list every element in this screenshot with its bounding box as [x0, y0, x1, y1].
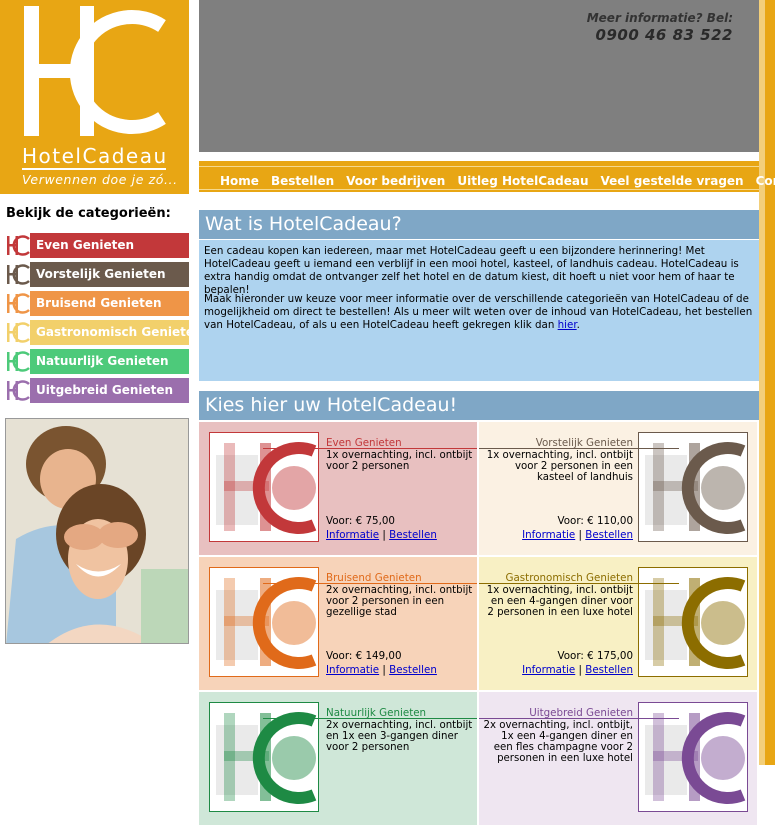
hc-category-icon: [5, 320, 30, 345]
header-banner: Meer informatie? Bel: 0900 46 83 522: [199, 0, 759, 152]
category-gastronomisch-genieten[interactable]: Gastronomisch Genieten: [5, 320, 203, 345]
product-name[interactable]: Uitgebreid Genieten: [529, 707, 633, 719]
intro-paragraph-1: Een cadeau kopen kan iedereen, maar met …: [204, 245, 739, 296]
category-bruisend-genieten[interactable]: Bruisend Genieten: [5, 291, 189, 316]
product-links: Informatie | Bestellen: [326, 664, 437, 676]
product-card-natuurlijk-genieten: Natuurlijk Genieten 2x overnachting, incl…: [199, 692, 477, 825]
intro-paragraph-2-text: Maak hieronder uw keuze voor meer inform…: [204, 293, 753, 331]
hc-category-icon: [5, 262, 30, 287]
product-price: Voor: € 110,00: [557, 515, 634, 527]
couple-photo-illustration: [6, 419, 188, 643]
product-name[interactable]: Vorstelijk Genieten: [536, 437, 633, 449]
product-card-uitgebreid-genieten: Uitgebreid Genieten 2x overnachting, incl…: [479, 692, 757, 825]
info-link[interactable]: Informatie: [326, 529, 379, 541]
product-links: Informatie | Bestellen: [326, 529, 437, 541]
info-link[interactable]: Informatie: [522, 529, 575, 541]
nav-uitleg-hotelcadeau[interactable]: Uitleg HotelCadeau: [457, 174, 588, 188]
category-uitgebreid-genieten[interactable]: Uitgebreid Genieten: [5, 378, 189, 403]
category-label: Vorstelijk Genieten: [36, 267, 166, 281]
products-heading-bar: Kies hier uw HotelCadeau!: [199, 391, 759, 420]
link-separator: |: [578, 664, 582, 676]
hc-logo-mark: [24, 6, 166, 136]
product-description: 1x overnachting, incl. ontbijt voor 2 pe…: [486, 450, 633, 483]
product-card-gastronomisch-genieten: Gastronomisch Genieten 1x overnachting, i…: [479, 557, 757, 690]
category-vorstelijk-genieten[interactable]: Vorstelijk Genieten: [5, 262, 189, 287]
product-name[interactable]: Bruisend Genieten: [326, 572, 422, 584]
nav-home[interactable]: Home: [220, 174, 259, 188]
intro-heading-bar: Wat is HotelCadeau?: [199, 210, 759, 239]
product-price: Voor: € 149,00: [326, 650, 402, 662]
product-card-vorstelijk-genieten: Vorstelijk Genieten 1x overnachting, incl…: [479, 422, 757, 555]
right-strip: [765, 0, 775, 765]
product-links: Informatie | Bestellen: [522, 664, 633, 676]
category-label: Natuurlijk Genieten: [36, 354, 169, 368]
category-even-genieten[interactable]: Even Genieten: [5, 233, 189, 258]
link-separator: |: [578, 529, 582, 541]
contact-label: Meer informatie? Bel:: [586, 11, 733, 25]
order-link[interactable]: Bestellen: [585, 529, 633, 541]
hc-category-icon: [5, 291, 30, 316]
product-price: Voor: € 175,00: [557, 650, 634, 662]
hc-category-icon: [5, 349, 30, 374]
intro-box: Een cadeau kopen kan iedereen, maar met …: [199, 240, 759, 381]
product-name[interactable]: Natuurlijk Genieten: [326, 707, 426, 719]
product-description: 1x overnachting, incl. ontbijt voor 2 pe…: [326, 450, 473, 472]
couple-photo: [5, 418, 189, 644]
order-link[interactable]: Bestellen: [389, 529, 437, 541]
logo-slogan: Verwennen doe je zó...: [22, 172, 178, 187]
hc-category-icon: [5, 233, 30, 258]
product-price: Voor: € 75,00: [326, 515, 395, 527]
categories-title: Bekijk de categorieën:: [6, 206, 171, 221]
category-natuurlijk-genieten[interactable]: Natuurlijk Genieten: [5, 349, 189, 374]
order-link[interactable]: Bestellen: [585, 664, 633, 676]
info-link[interactable]: Informatie: [326, 664, 379, 676]
product-description: 2x overnachting, incl. ontbijt, 1x een 4…: [483, 720, 633, 764]
product-description: 2x overnachting, incl. ontbijt en 1x een…: [326, 720, 473, 753]
link-separator: |: [382, 664, 386, 676]
product-name[interactable]: Even Genieten: [326, 437, 402, 449]
nav-bestellen[interactable]: Bestellen: [271, 174, 334, 188]
product-description: 1x overnachting, incl. ontbijt en een 4-…: [486, 585, 633, 618]
category-label: Even Genieten: [36, 238, 135, 252]
info-link[interactable]: Informatie: [522, 664, 575, 676]
link-separator: |: [382, 529, 386, 541]
products-heading: Kies hier uw HotelCadeau!: [205, 394, 458, 416]
category-label: Gastronomisch Genieten: [36, 325, 203, 339]
hc-category-icon: [5, 378, 30, 403]
nav-veel-gestelde-vragen[interactable]: Veel gestelde vragen: [601, 174, 744, 188]
logo[interactable]: HotelCadeau Verwennen doe je zó...: [0, 0, 189, 194]
nav-voor-bedrijven[interactable]: Voor bedrijven: [346, 174, 445, 188]
contact-phone[interactable]: 0900 46 83 522: [587, 26, 733, 44]
product-description: 2x overnachting, incl. ontbijt voor 2 pe…: [326, 585, 473, 618]
nav-contact[interactable]: Contact: [756, 174, 775, 188]
intro-paragraph-2: Maak hieronder uw keuze voor meer inform…: [204, 293, 756, 332]
contact-info: Meer informatie? Bel: 0900 46 83 522: [587, 11, 733, 44]
product-links: Informatie | Bestellen: [522, 529, 633, 541]
order-link[interactable]: Bestellen: [389, 664, 437, 676]
product-name[interactable]: Gastronomisch Genieten: [506, 572, 633, 584]
main-nav: Home Bestellen Voor bedrijven Uitleg HotelC…: [199, 161, 775, 192]
intro-here-link[interactable]: hier: [558, 319, 577, 331]
intro-heading: Wat is HotelCadeau?: [205, 213, 402, 235]
intro-paragraph-2-end: .: [576, 319, 580, 331]
product-card-bruisend-genieten: Bruisend Genieten 2x overnachting, incl. …: [199, 557, 477, 690]
category-label: Bruisend Genieten: [36, 296, 162, 310]
logo-brand: HotelCadeau: [22, 144, 168, 168]
product-card-even-genieten: Even Genieten 1x overnachting, incl. ontb…: [199, 422, 477, 555]
logo-rule: [22, 168, 166, 170]
category-label: Uitgebreid Genieten: [36, 383, 174, 397]
